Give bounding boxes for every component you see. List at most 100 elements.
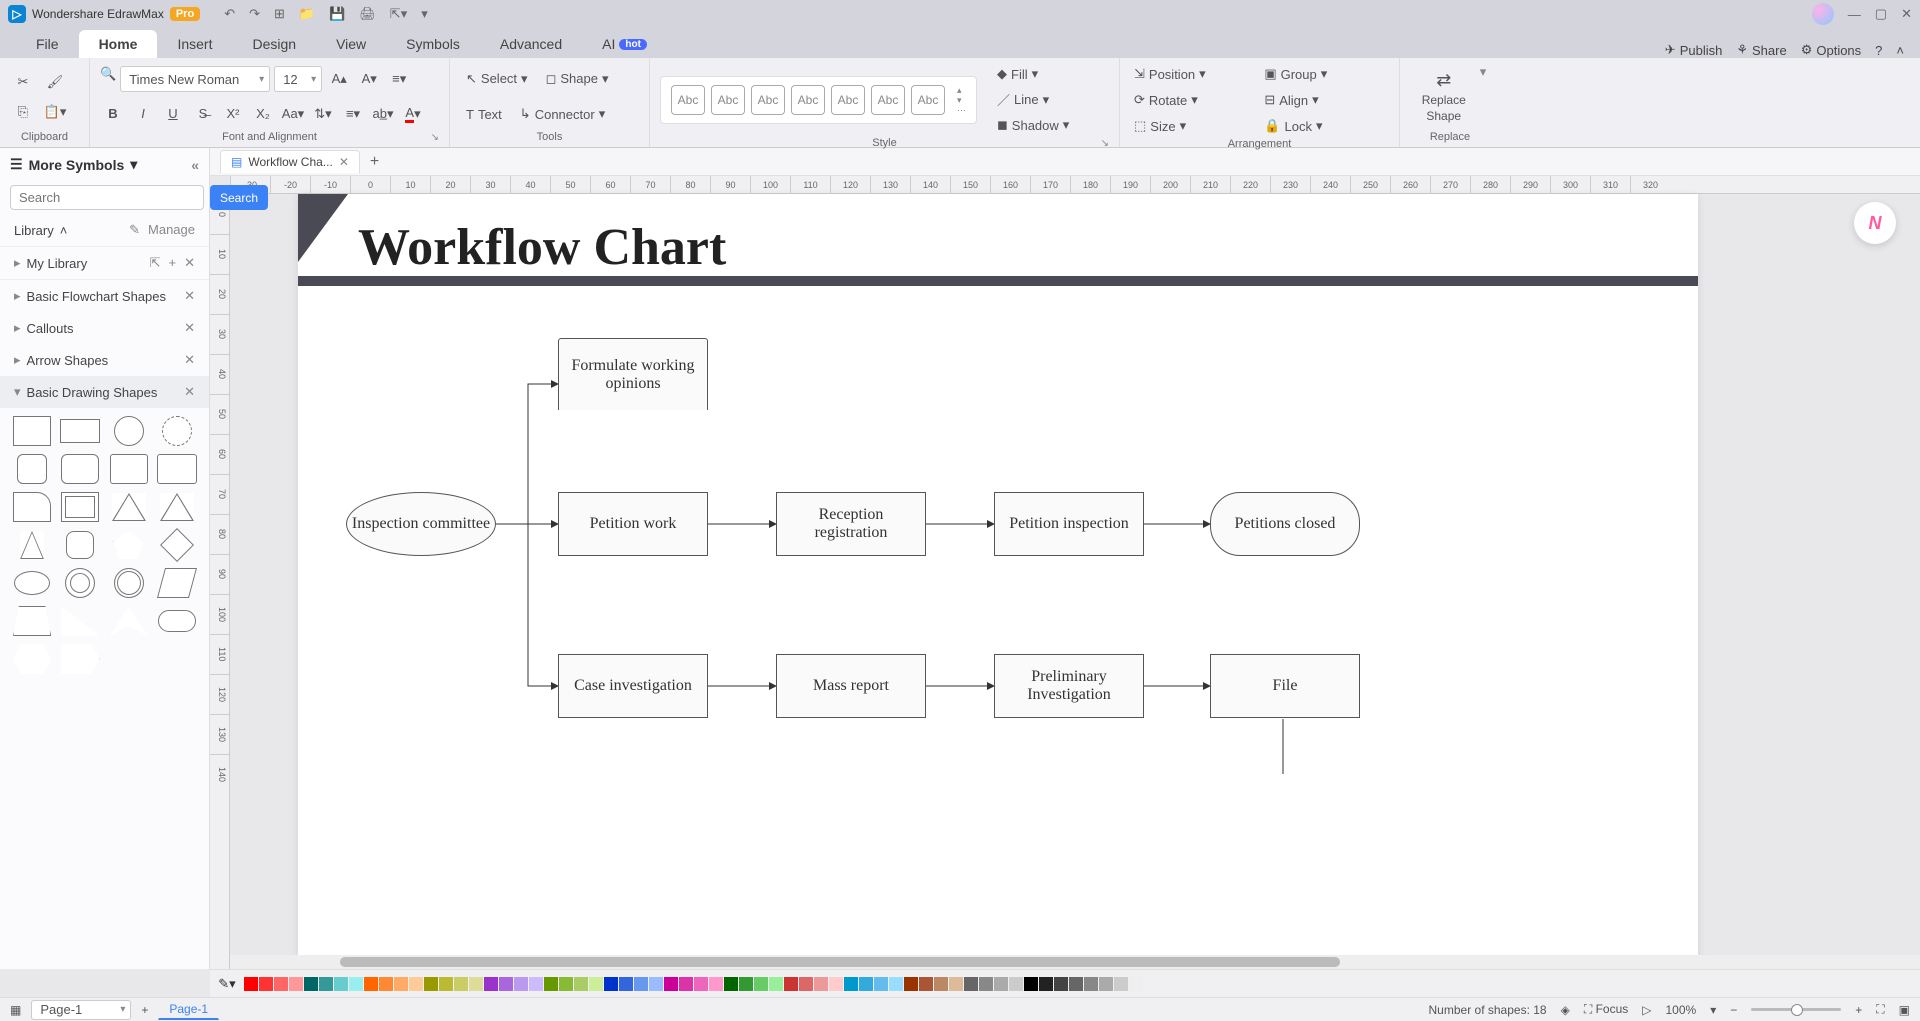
color-swatch[interactable]	[679, 977, 693, 991]
color-swatch[interactable]	[244, 977, 258, 991]
shape-pill[interactable]	[158, 610, 196, 632]
italic-icon[interactable]: I	[130, 101, 156, 127]
color-swatch[interactable]	[379, 977, 393, 991]
shape-triangle3[interactable]	[20, 531, 44, 559]
color-swatch[interactable]	[724, 977, 738, 991]
shape-circle[interactable]	[114, 416, 144, 446]
zoom-out-icon[interactable]: −	[1730, 1003, 1737, 1017]
page-tab-1[interactable]: Page-1	[158, 999, 219, 1020]
paste-icon[interactable]: 📋▾	[42, 99, 68, 125]
replace-shape-button[interactable]: ⇄ Replace Shape	[1414, 66, 1474, 127]
node-petition-work[interactable]: Petition work	[558, 492, 708, 556]
color-swatch[interactable]	[979, 977, 993, 991]
shape-ring2[interactable]	[114, 568, 144, 598]
color-swatch[interactable]	[1069, 977, 1083, 991]
highlight-icon[interactable]: ab̲▾	[370, 101, 396, 127]
font-family-select[interactable]: Times New Roman	[120, 66, 270, 92]
color-swatch[interactable]	[349, 977, 363, 991]
add-page-icon[interactable]: +	[141, 1003, 148, 1017]
shape-rounded-rect3[interactable]	[157, 454, 197, 484]
page-select[interactable]: Page-1	[31, 1000, 131, 1020]
color-swatch[interactable]	[1129, 977, 1143, 991]
publish-button[interactable]: ✈ Publish	[1665, 42, 1723, 58]
node-preliminary-investigation[interactable]: Preliminary Investigation	[994, 654, 1144, 718]
shape-square[interactable]	[13, 416, 51, 446]
page-layout-icon[interactable]: ▦	[10, 1003, 21, 1017]
color-swatch[interactable]	[1039, 977, 1053, 991]
options-button[interactable]: ⚙ Options	[1801, 42, 1861, 58]
shape-octagon[interactable]	[66, 531, 94, 559]
color-swatch[interactable]	[469, 977, 483, 991]
select-tool[interactable]: ↖ Select ▾	[460, 69, 534, 89]
align-button[interactable]: ⊟ Align▾	[1260, 90, 1384, 110]
search-button[interactable]: Search	[210, 185, 268, 210]
shape-diamond[interactable]	[160, 528, 194, 562]
color-swatch[interactable]	[769, 977, 783, 991]
connector-tool[interactable]: ↳ Connector ▾	[514, 104, 611, 124]
collapse-ribbon-icon[interactable]: ˄	[1896, 43, 1904, 58]
color-swatch[interactable]	[949, 977, 963, 991]
undo-icon[interactable]: ↶	[224, 6, 235, 22]
shape-pentagon[interactable]	[114, 531, 144, 559]
color-swatch[interactable]	[574, 977, 588, 991]
shape-hexagon[interactable]	[13, 644, 51, 674]
tab-home[interactable]: Home	[79, 30, 158, 58]
color-swatch[interactable]	[619, 977, 633, 991]
print-icon[interactable]: 🖨	[359, 6, 376, 22]
node-reception-registration[interactable]: Reception registration	[776, 492, 926, 556]
color-swatch[interactable]	[709, 977, 723, 991]
node-mass-report[interactable]: Mass report	[776, 654, 926, 718]
color-swatch[interactable]	[859, 977, 873, 991]
color-swatch[interactable]	[424, 977, 438, 991]
more-icon[interactable]: ▾	[421, 6, 428, 22]
shape-rounded-rect[interactable]	[61, 454, 99, 484]
horizontal-scrollbar[interactable]	[230, 955, 1920, 969]
color-swatch[interactable]	[889, 977, 903, 991]
color-swatch[interactable]	[799, 977, 813, 991]
manage-label[interactable]: Manage	[148, 222, 195, 238]
lock-button[interactable]: 🔒 Lock▾	[1260, 116, 1384, 136]
color-swatch[interactable]	[919, 977, 933, 991]
color-swatch[interactable]	[874, 977, 888, 991]
list-icon[interactable]: ≡▾	[340, 101, 366, 127]
maximize-icon[interactable]: ▢	[1875, 6, 1887, 22]
close-section-3-icon[interactable]: ✕	[184, 352, 195, 368]
import-icon[interactable]: ⇱	[150, 255, 161, 271]
style-swatch-4[interactable]: Abc	[791, 85, 825, 115]
layers-icon[interactable]: ◈	[1561, 1003, 1570, 1017]
node-case-investigation[interactable]: Case investigation	[558, 654, 708, 718]
shape-rect[interactable]	[60, 419, 100, 443]
my-library-label[interactable]: My Library	[27, 256, 88, 271]
shape-frame[interactable]	[61, 492, 99, 522]
font-size-select[interactable]: 12	[274, 66, 322, 92]
color-swatch[interactable]	[964, 977, 978, 991]
style-more-icon[interactable]: ⋯	[957, 105, 966, 115]
shape-ring[interactable]	[65, 568, 95, 598]
section-arrows[interactable]: Arrow Shapes	[27, 353, 109, 368]
manage-icon[interactable]: ✎	[129, 222, 140, 238]
color-swatch[interactable]	[304, 977, 318, 991]
color-swatch[interactable]	[319, 977, 333, 991]
close-section-2-icon[interactable]: ✕	[184, 320, 195, 336]
shape-trapezoid[interactable]	[13, 606, 51, 636]
subscript-icon[interactable]: X₂	[250, 101, 276, 127]
superscript-icon[interactable]: X²	[220, 101, 246, 127]
color-swatch[interactable]	[274, 977, 288, 991]
section-basic-drawing[interactable]: Basic Drawing Shapes	[27, 385, 158, 400]
tab-symbols[interactable]: Symbols	[386, 30, 480, 58]
section-callouts[interactable]: Callouts	[27, 321, 74, 336]
color-swatch[interactable]	[559, 977, 573, 991]
color-swatch[interactable]	[694, 977, 708, 991]
case-icon[interactable]: Aa▾	[280, 101, 306, 127]
avatar[interactable]	[1812, 3, 1834, 25]
open-icon[interactable]: 📁	[299, 6, 315, 22]
close-icon[interactable]: ✕	[1901, 6, 1912, 22]
new-icon[interactable]: ⊞	[274, 6, 285, 22]
color-swatch[interactable]	[934, 977, 948, 991]
close-tab-icon[interactable]: ✕	[339, 155, 349, 169]
color-swatch[interactable]	[649, 977, 663, 991]
font-color-icon[interactable]: A▾	[400, 101, 426, 127]
cut-icon[interactable]: ✂	[10, 69, 36, 95]
close-section-4-icon[interactable]: ✕	[184, 384, 195, 400]
color-swatch[interactable]	[1054, 977, 1068, 991]
